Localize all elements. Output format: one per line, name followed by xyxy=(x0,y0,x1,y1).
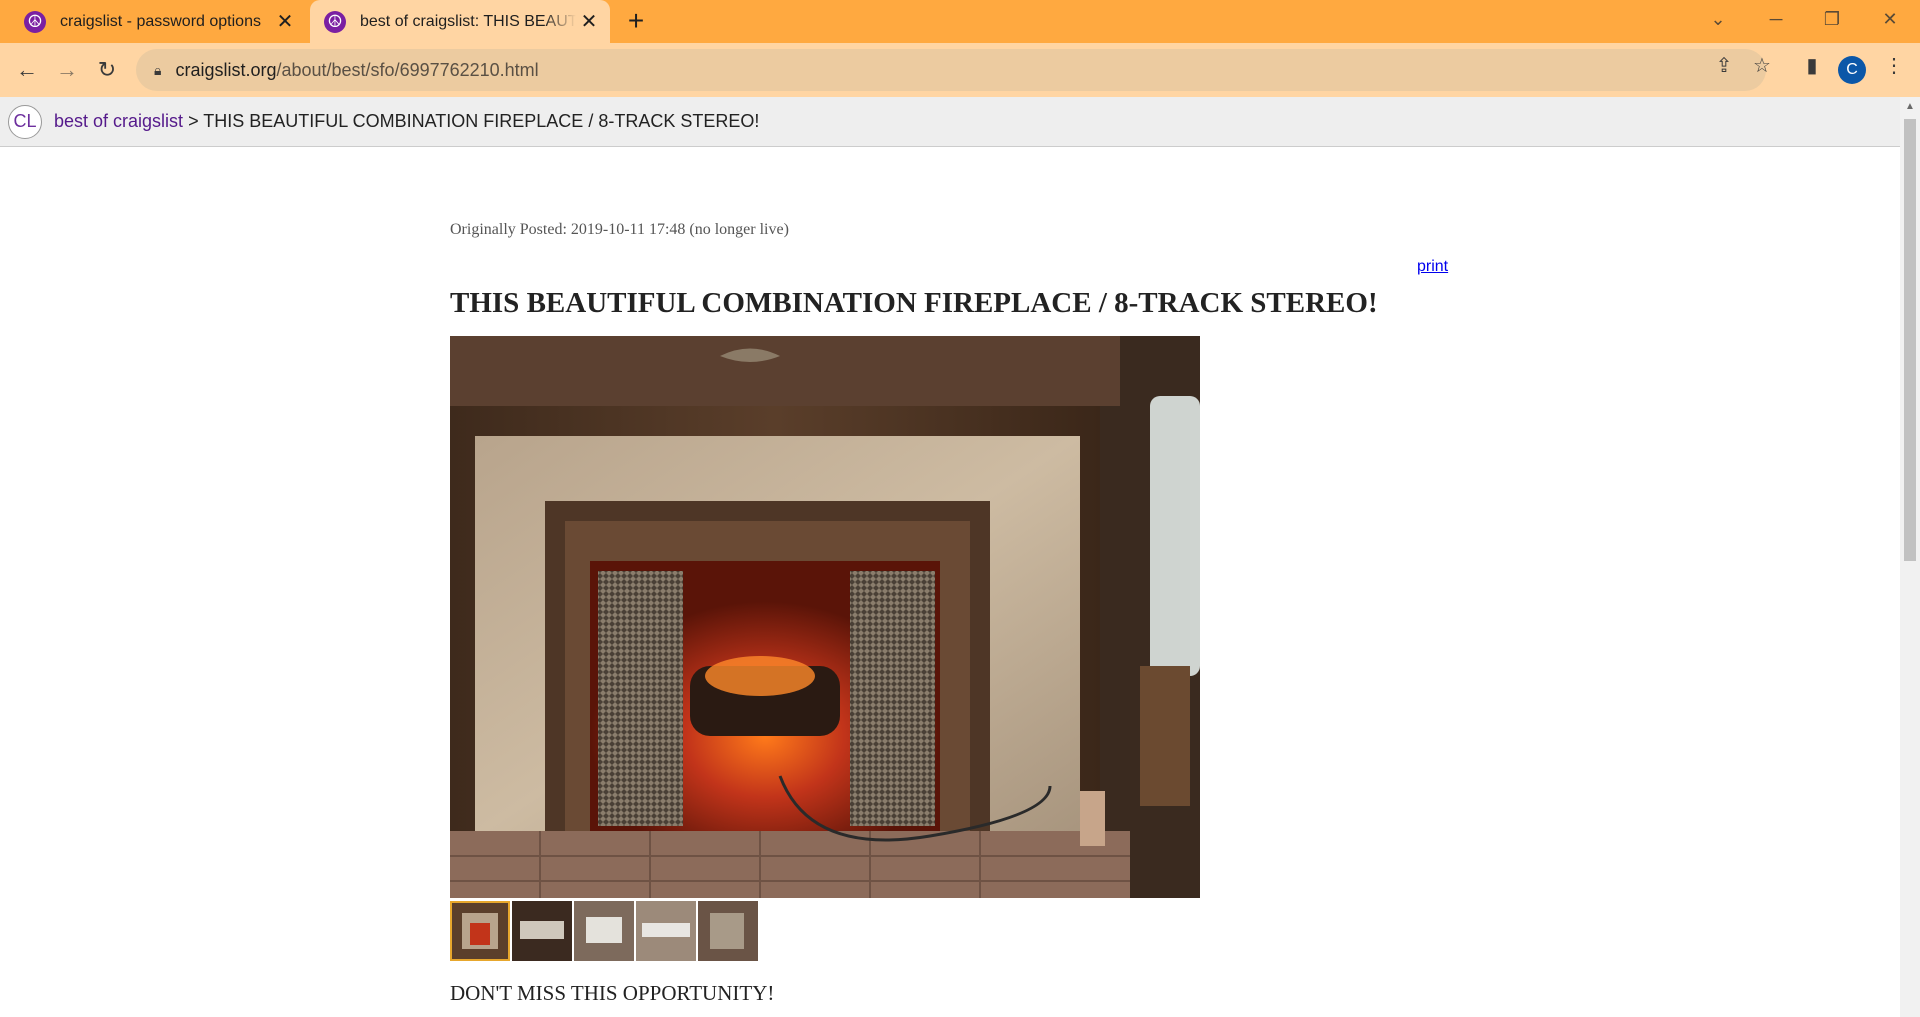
craigslist-peace-icon: ☮ xyxy=(24,10,46,33)
bookmark-star-icon[interactable]: ☆ xyxy=(1750,53,1774,77)
minimize-icon[interactable]: ─ xyxy=(1748,0,1804,38)
breadcrumb: best of craigslist > THIS BEAUTIFUL COMB… xyxy=(54,111,759,132)
browser-toolbar: ← → ↻ 🔒︎ craigslist.org/about/best/sfo/6… xyxy=(0,43,1920,97)
side-panel-icon[interactable]: ▮ xyxy=(1800,53,1824,77)
restore-icon[interactable]: ❐ xyxy=(1804,0,1860,38)
thumbnail-2[interactable] xyxy=(512,901,572,961)
posting-title: THIS BEAUTIFUL COMBINATION FIREPLACE / 8… xyxy=(450,287,1378,319)
close-icon[interactable]: ✕ xyxy=(272,9,298,35)
thumbnail-1[interactable] xyxy=(450,901,510,961)
breadcrumb-separator: > xyxy=(183,111,204,131)
breadcrumb-link-best-of[interactable]: best of craigslist xyxy=(54,111,183,131)
breadcrumb-current: THIS BEAUTIFUL COMBINATION FIREPLACE / 8… xyxy=(203,111,760,131)
url-text[interactable]: craigslist.org/about/best/sfo/6997762210… xyxy=(175,60,538,81)
tab-best-of-craigslist[interactable]: ☮ best of craigslist: THIS BEAUTIFUL COM… xyxy=(310,0,610,43)
tab-search-chevron-icon[interactable]: ⌄ xyxy=(1690,0,1746,38)
window-close-icon[interactable]: ✕ xyxy=(1862,0,1918,38)
craigslist-peace-icon: ☮ xyxy=(324,10,346,33)
menu-kebab-icon[interactable]: ⋮ xyxy=(1882,53,1906,77)
tab-strip: ☮ craigslist - password options ✕ ☮ best… xyxy=(0,0,1920,43)
page-scrollbar[interactable]: ▲ xyxy=(1900,97,1920,1017)
tab-password-options[interactable]: ☮ craigslist - password options ✕ xyxy=(10,0,306,43)
thumbnail-strip xyxy=(450,901,760,961)
close-icon[interactable]: ✕ xyxy=(576,9,602,35)
thumbnail-3[interactable] xyxy=(574,901,634,961)
lock-icon[interactable]: 🔒︎ xyxy=(154,62,161,79)
scroll-up-arrow-icon[interactable]: ▲ xyxy=(1900,101,1920,115)
craigslist-logo[interactable]: CL xyxy=(8,104,42,139)
profile-avatar[interactable]: C xyxy=(1838,56,1866,84)
tab-title: best of craigslist: THIS BEAUTIFUL COMBI… xyxy=(360,12,576,30)
back-arrow-icon[interactable]: ← xyxy=(12,55,42,85)
thumbnail-4[interactable] xyxy=(636,901,696,961)
reload-icon[interactable]: ↻ xyxy=(92,55,122,85)
scrollbar-thumb[interactable] xyxy=(1904,119,1916,561)
main-photo-fireplace[interactable] xyxy=(450,336,1200,898)
thumbnail-5[interactable] xyxy=(698,901,758,961)
forward-arrow-icon[interactable]: → xyxy=(52,55,82,85)
print-link[interactable]: print xyxy=(1417,258,1448,276)
posting-body-text: DON'T MISS THIS OPPORTUNITY! xyxy=(450,981,775,1005)
new-tab-plus-icon[interactable]: + xyxy=(622,7,650,36)
address-bar[interactable]: 🔒︎ craigslist.org/about/best/sfo/6997762… xyxy=(136,49,1766,91)
share-icon[interactable]: ⇪ xyxy=(1712,53,1736,77)
posted-date: Originally Posted: 2019-10-11 17:48 (no … xyxy=(450,221,789,238)
page-header-bar: CL best of craigslist > THIS BEAUTIFUL C… xyxy=(0,97,1900,147)
tab-title: craigslist - password options xyxy=(60,12,261,30)
